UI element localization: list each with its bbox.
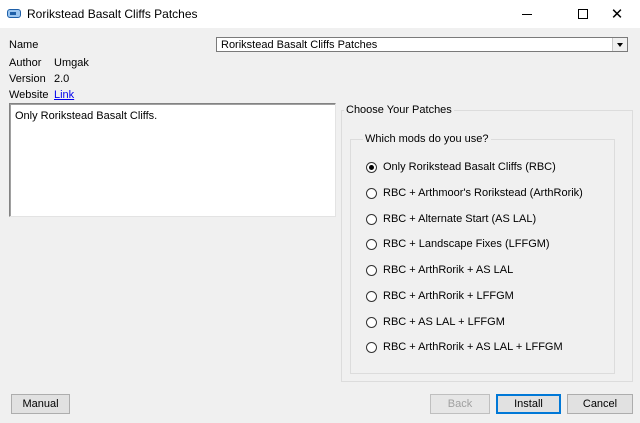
patch-option-label: RBC + ArthRorik + LFFGM — [383, 290, 514, 302]
close-button[interactable]: ✕ — [594, 0, 640, 28]
patch-option-3[interactable]: RBC + Alternate Start (AS LAL) — [366, 212, 536, 226]
patch-option-label: Only Rorikstead Basalt Cliffs (RBC) — [383, 161, 556, 173]
dropdown-arrow-button[interactable] — [612, 38, 627, 51]
radio-button[interactable] — [366, 341, 377, 353]
radio-button[interactable] — [366, 187, 377, 199]
maximize-icon — [578, 9, 588, 19]
patch-option-4[interactable]: RBC + Landscape Fixes (LFFGM) — [366, 237, 550, 251]
radio-button[interactable] — [366, 213, 377, 225]
mods-subgroup — [350, 139, 615, 374]
author-value: Umgak — [54, 57, 89, 69]
patch-option-label: RBC + ArthRorik + AS LAL — [383, 264, 514, 276]
back-button[interactable]: Back — [430, 394, 490, 414]
install-button[interactable]: Install — [496, 394, 561, 414]
app-icon — [7, 9, 21, 18]
minimize-button[interactable] — [504, 0, 550, 28]
name-label: Name — [9, 39, 39, 51]
author-label: Author — [9, 57, 42, 69]
patch-option-label: RBC + Landscape Fixes (LFFGM) — [383, 238, 550, 250]
close-icon: ✕ — [610, 4, 624, 23]
cancel-button[interactable]: Cancel — [567, 394, 633, 414]
radio-button[interactable] — [366, 290, 377, 302]
patch-option-5[interactable]: RBC + ArthRorik + AS LAL — [366, 263, 513, 277]
patches-group-title: Choose Your Patches — [344, 104, 454, 116]
version-label: Version — [9, 73, 46, 85]
mods-subgroup-title: Which mods do you use? — [363, 133, 491, 145]
patch-option-label: RBC + Arthmoor's Rorikstead (ArthRorik) — [383, 187, 583, 199]
radio-button[interactable] — [366, 161, 377, 173]
chevron-down-icon — [617, 42, 623, 47]
patch-option-label: RBC + Alternate Start (AS LAL) — [383, 213, 537, 225]
patch-option-label: RBC + ArthRorik + AS LAL + LFFGM — [383, 341, 563, 353]
version-value: 2.0 — [54, 73, 70, 85]
patch-option-8[interactable]: RBC + ArthRorik + AS LAL + LFFGM — [366, 340, 563, 354]
description-box[interactable]: Only Rorikstead Basalt Cliffs. — [9, 103, 336, 217]
installer-window: Rorikstead Basalt Cliffs Patches ✕ Name … — [0, 0, 640, 423]
patch-option-1[interactable]: Only Rorikstead Basalt Cliffs (RBC) — [366, 160, 556, 174]
description-text: Only Rorikstead Basalt Cliffs. — [15, 110, 158, 122]
radio-button[interactable] — [366, 316, 377, 328]
patch-option-2[interactable]: RBC + Arthmoor's Rorikstead (ArthRorik) — [366, 186, 583, 200]
window-title: Rorikstead Basalt Cliffs Patches — [27, 7, 198, 21]
name-dropdown-value: Rorikstead Basalt Cliffs Patches — [221, 39, 378, 51]
patch-option-7[interactable]: RBC + AS LAL + LFFGM — [366, 315, 505, 329]
radio-button[interactable] — [366, 238, 377, 250]
patch-option-label: RBC + AS LAL + LFFGM — [383, 316, 505, 328]
website-link[interactable]: Link — [54, 89, 74, 101]
minimize-icon — [522, 13, 532, 15]
website-label: Website — [9, 89, 49, 101]
radio-button[interactable] — [366, 264, 377, 276]
name-dropdown[interactable]: Rorikstead Basalt Cliffs Patches — [216, 37, 628, 52]
manual-button[interactable]: Manual — [11, 394, 70, 414]
patch-option-6[interactable]: RBC + ArthRorik + LFFGM — [366, 289, 514, 303]
title-bar[interactable]: Rorikstead Basalt Cliffs Patches ✕ — [0, 0, 640, 28]
